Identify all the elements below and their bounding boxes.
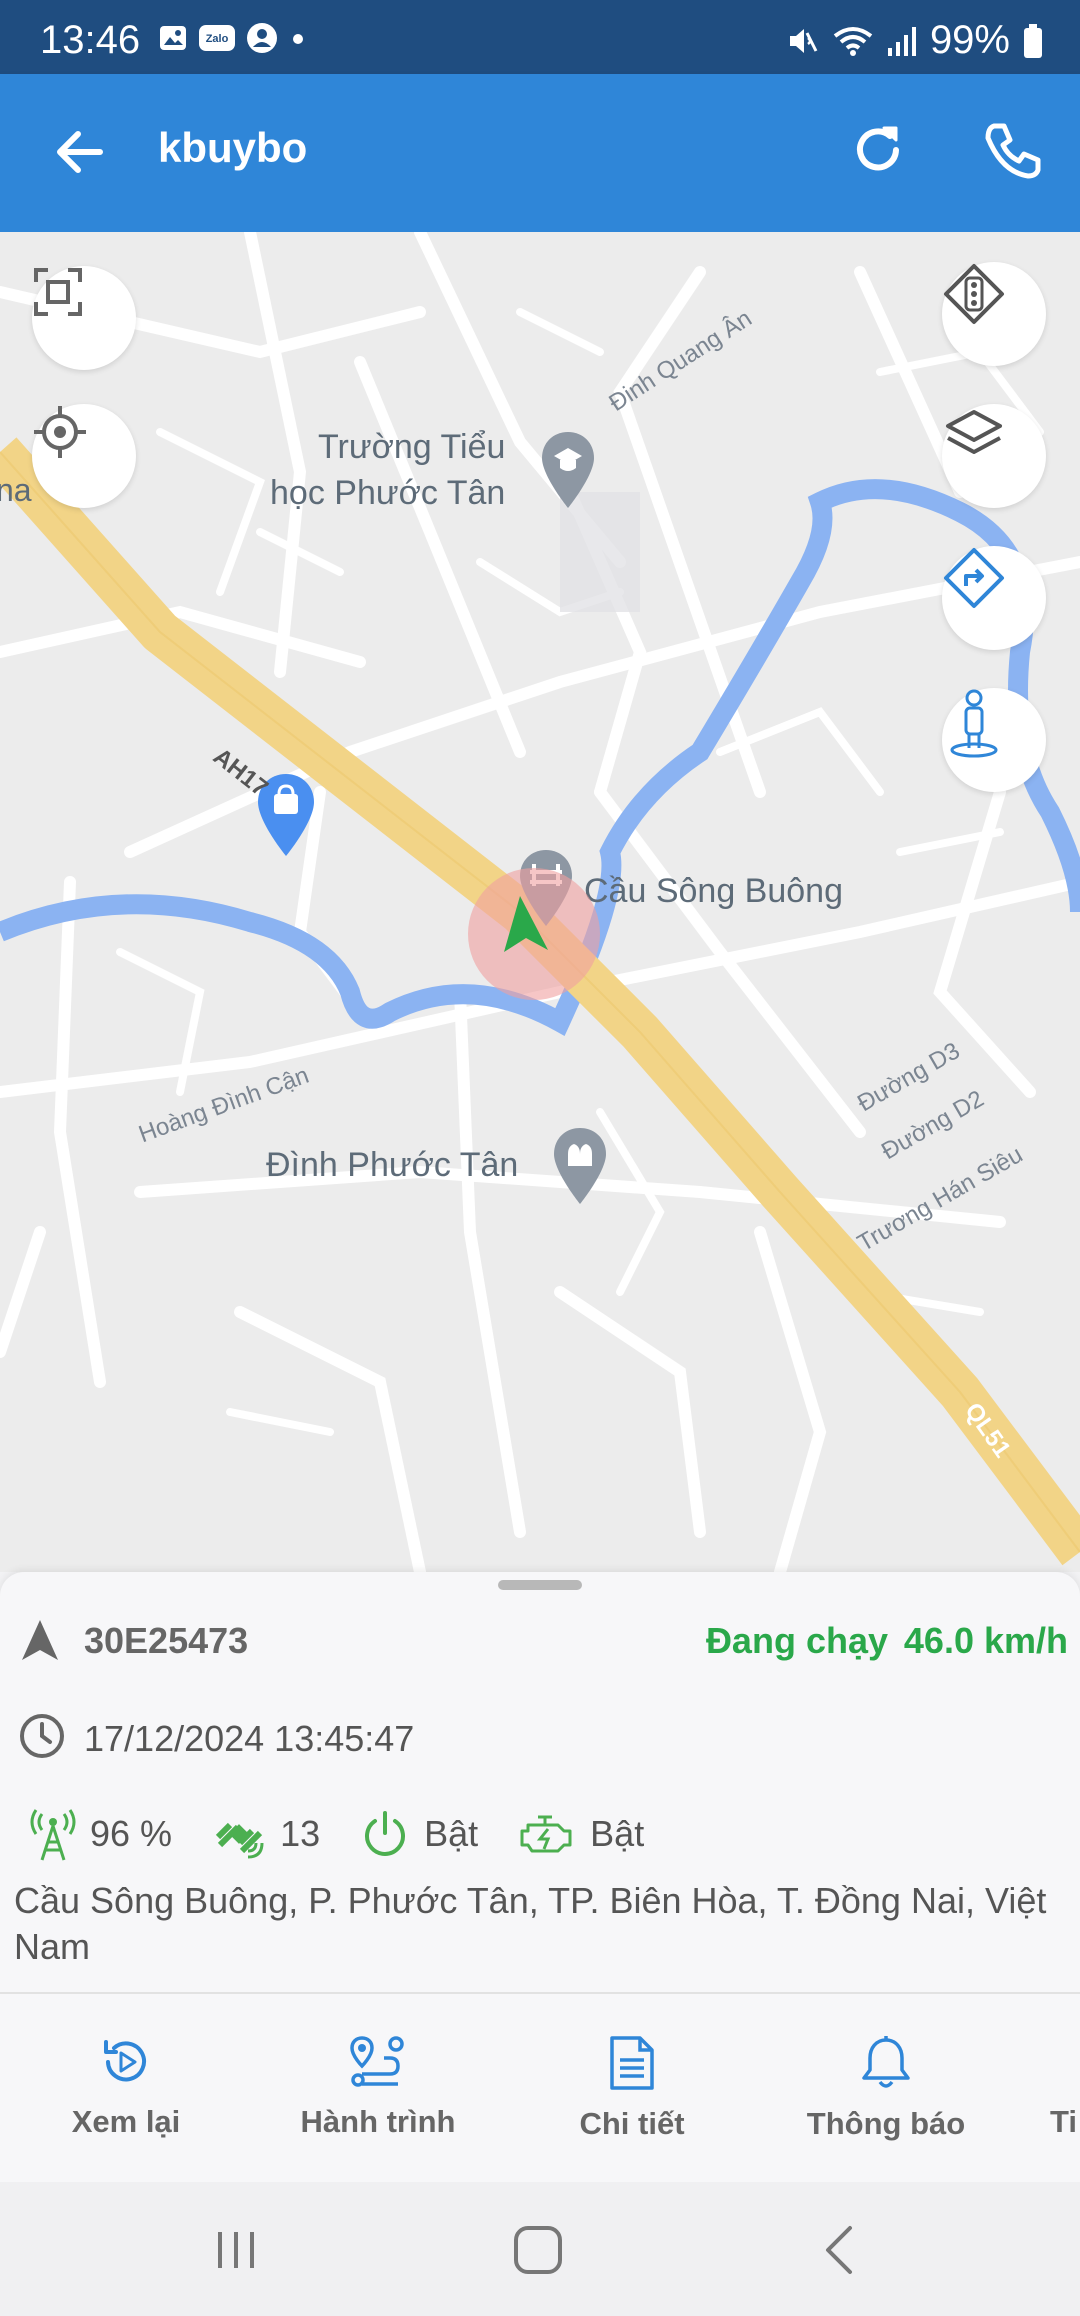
satellite-count: 13 xyxy=(280,1813,321,1854)
temple-label: Đình Phước Tân xyxy=(266,1146,519,1184)
clock-icon xyxy=(20,1714,64,1758)
status-bar: 13:46 Zalo 99% xyxy=(0,0,1080,74)
directions-icon xyxy=(944,548,1004,608)
vehicle-header: 30E25473 Đang chạy 46.0 km/h xyxy=(18,1612,1068,1664)
my-location-button[interactable] xyxy=(32,404,136,508)
street-view-button[interactable] xyxy=(942,688,1046,792)
vehicle-status: Đang chạy xyxy=(705,1620,888,1661)
recents-button[interactable] xyxy=(206,2220,266,2280)
replay-icon xyxy=(104,2040,146,2082)
tab-replay[interactable]: Xem lại xyxy=(16,2034,236,2140)
school-label-line1: Trường Tiểu xyxy=(318,428,506,466)
sheet-drag-handle[interactable] xyxy=(498,1580,582,1590)
system-nav-bar xyxy=(0,2182,1080,2316)
battery-percent: 99% xyxy=(929,18,1010,62)
fit-bounds-icon xyxy=(34,268,82,316)
traffic-button[interactable] xyxy=(942,262,1046,366)
back-button[interactable] xyxy=(810,2220,870,2280)
vehicle-speed: 46.0 km/h xyxy=(903,1620,1068,1661)
map-view[interactable]: Trường Tiểu học Phước Tân Cầu Sông Buông… xyxy=(0,232,1080,1572)
zalo-icon: Zalo xyxy=(199,25,235,51)
satellite-icon xyxy=(215,1822,264,1859)
satellite-metric: 13 xyxy=(212,1807,320,1861)
bridge-label: Cầu Sông Buông xyxy=(584,872,843,910)
street-label-edge: na xyxy=(0,472,32,508)
home-button[interactable] xyxy=(508,2220,568,2280)
vehicle-plate: 30E25473 xyxy=(84,1620,249,1661)
vehicle-marker-icon[interactable] xyxy=(464,864,604,1004)
bell-icon xyxy=(862,2036,910,2088)
layers-button[interactable] xyxy=(942,404,1046,508)
page-title: kbuybo xyxy=(158,124,308,171)
tab-notifications-label: Thông báo xyxy=(806,2106,966,2141)
route-icon xyxy=(350,2036,404,2087)
back-arrow-icon[interactable] xyxy=(48,120,112,184)
tab-replay-label: Xem lại xyxy=(71,2104,181,2139)
battery-icon xyxy=(1024,23,1042,58)
vehicle-address: Cầu Sông Buông, P. Phước Tân, TP. Biên H… xyxy=(14,1880,1047,1967)
document-icon xyxy=(610,2036,654,2090)
directions-button[interactable] xyxy=(942,546,1046,650)
tab-details-label: Chi tiết xyxy=(579,2106,685,2141)
app-bar: kbuybo xyxy=(0,74,1080,232)
layers-icon xyxy=(946,410,1002,454)
street-view-icon xyxy=(950,689,998,758)
signal-tower-icon xyxy=(30,1809,76,1861)
tab-details[interactable]: Chi tiết xyxy=(522,2034,742,2142)
navigation-arrow-icon xyxy=(22,1620,58,1660)
vehicle-info-sheet[interactable]: 30E25473 Đang chạy 46.0 km/h 17/12/2024 … xyxy=(0,1572,1080,1992)
tab-route[interactable]: Hành trình xyxy=(268,2034,488,2140)
tab-route-label: Hành trình xyxy=(300,2104,456,2139)
power-icon xyxy=(365,1811,406,1856)
school-label-line2: học Phước Tân xyxy=(270,474,506,512)
engine-icon xyxy=(520,1815,572,1853)
traffic-icon xyxy=(944,264,1004,324)
engine-status: Bật xyxy=(590,1813,645,1854)
bottom-tab-bar: Xem lại Hành trình Chi tiết Thông báo Ti xyxy=(0,1992,1080,2182)
tab-more-label: Ti xyxy=(1050,2104,1077,2139)
timestamp: 17/12/2024 13:45:47 xyxy=(84,1718,415,1759)
status-time: 13:46 xyxy=(40,18,141,62)
my-location-icon xyxy=(34,406,86,458)
signal-icon xyxy=(887,26,916,56)
signal-metric: 96 % xyxy=(30,1806,172,1862)
phone-icon[interactable] xyxy=(980,118,1046,184)
refresh-icon[interactable] xyxy=(846,118,910,182)
gallery-icon xyxy=(160,26,186,50)
tab-more[interactable]: Ti xyxy=(1050,2034,1080,2140)
engine-metric: Bật xyxy=(518,1811,644,1857)
fit-bounds-button[interactable] xyxy=(32,266,136,370)
tab-notifications[interactable]: Thông báo xyxy=(776,2034,996,2142)
dot-icon xyxy=(293,34,303,44)
mute-icon xyxy=(789,28,818,53)
metrics-row: 96 % 13 Bật Bật xyxy=(30,1804,684,1864)
temple-pin-icon[interactable] xyxy=(552,1126,608,1206)
account-icon xyxy=(247,23,277,53)
school-pin-icon[interactable] xyxy=(540,430,596,510)
signal-value: 96 % xyxy=(90,1813,173,1854)
svg-text:Zalo: Zalo xyxy=(206,33,229,45)
power-metric: Bật xyxy=(360,1809,478,1859)
wifi-icon xyxy=(833,26,873,56)
more-tab-icon xyxy=(1050,2034,1080,2090)
power-status: Bật xyxy=(424,1813,479,1854)
